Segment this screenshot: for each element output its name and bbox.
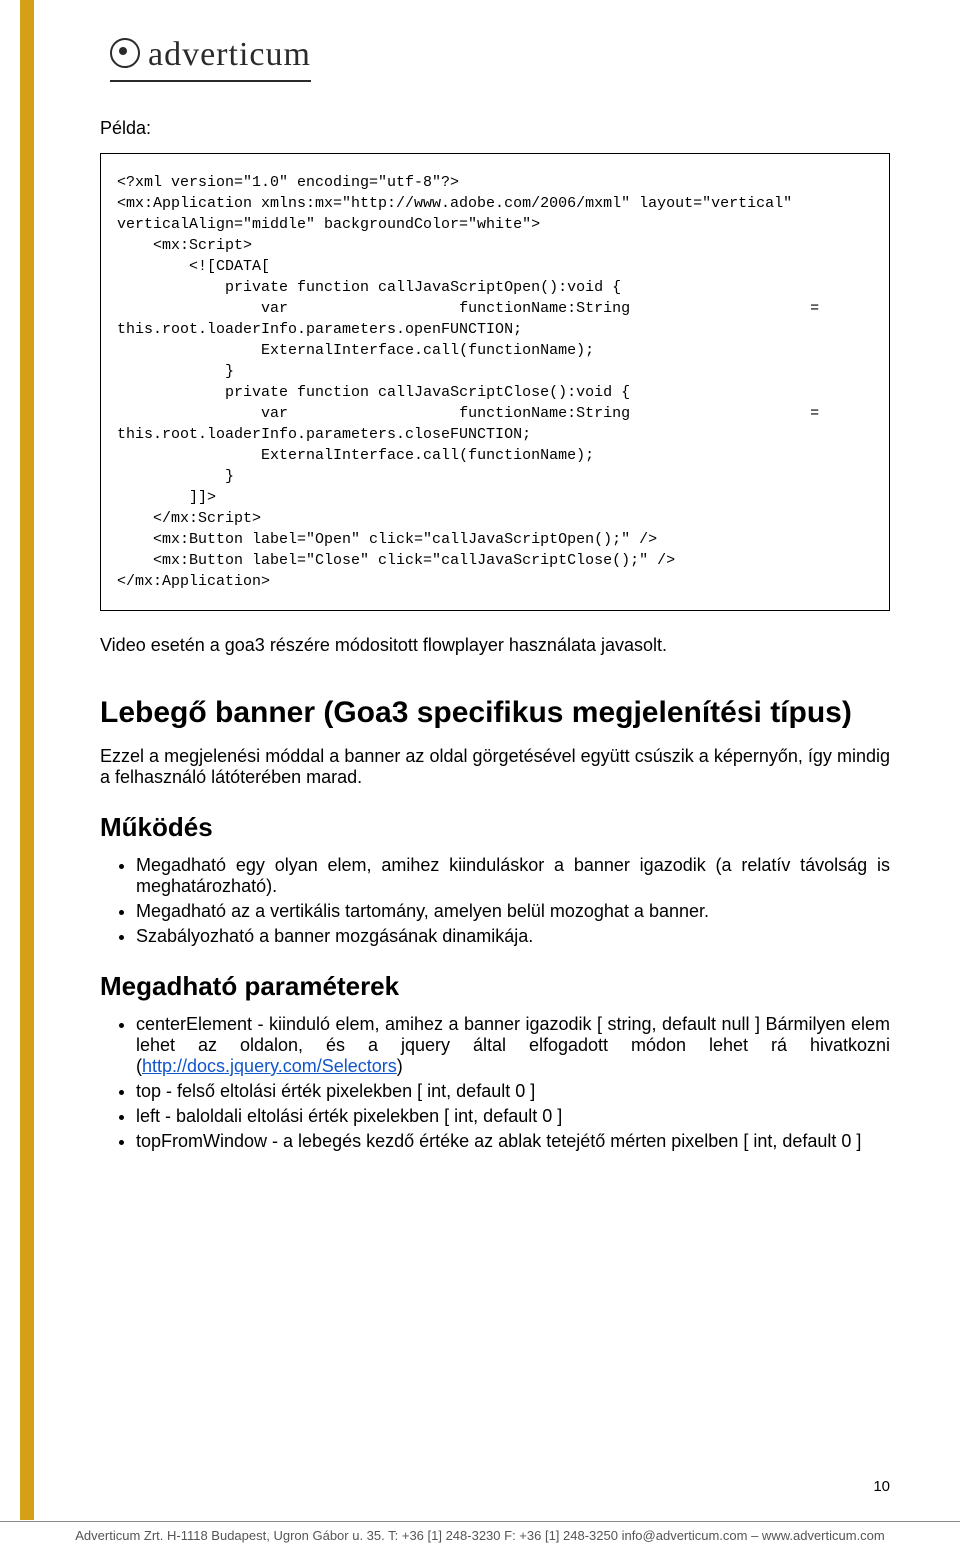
page-number: 10 [873, 1478, 890, 1495]
param-text: ) [397, 1056, 403, 1076]
list-item: centerElement - kiinduló elem, amihez a … [136, 1014, 890, 1077]
body: Példa: <?xml version="1.0" encoding="utf… [100, 118, 890, 1152]
logo-dot-icon [110, 38, 140, 68]
logo-word: adverticum [110, 36, 311, 82]
selectors-link[interactable]: http://docs.jquery.com/Selectors [142, 1056, 397, 1076]
params-title: Megadható paraméterek [100, 971, 890, 1002]
example-label: Példa: [100, 118, 890, 139]
left-accent-bar [20, 0, 34, 1520]
logo-text: adverticum [148, 36, 311, 73]
list-item: Megadható egy olyan elem, amihez kiindul… [136, 855, 890, 897]
list-item: Szabályozható a banner mozgásának dinami… [136, 926, 890, 947]
params-list: centerElement - kiinduló elem, amihez a … [136, 1014, 890, 1152]
page: adverticum Példa: <?xml version="1.0" en… [0, 0, 960, 1559]
list-item: Megadható az a vertikális tartomány, ame… [136, 901, 890, 922]
section-title: Lebegő banner (Goa3 specifikus megjelení… [100, 696, 890, 730]
working-title: Működés [100, 812, 890, 843]
list-item: left - baloldali eltolási érték pixelekb… [136, 1106, 890, 1127]
list-item: topFromWindow - a lebegés kezdő értéke a… [136, 1131, 890, 1152]
code-example: <?xml version="1.0" encoding="utf-8"?> <… [100, 153, 890, 611]
footer: Adverticum Zrt. H-1118 Budapest, Ugron G… [0, 1521, 960, 1559]
section-intro: Ezzel a megjelenési móddal a banner az o… [100, 746, 890, 788]
logo: adverticum [110, 0, 890, 82]
list-item: top - felső eltolási érték pixelekben [ … [136, 1081, 890, 1102]
video-note: Video esetén a goa3 részére módositott f… [100, 635, 890, 656]
working-list: Megadható egy olyan elem, amihez kiindul… [136, 855, 890, 947]
